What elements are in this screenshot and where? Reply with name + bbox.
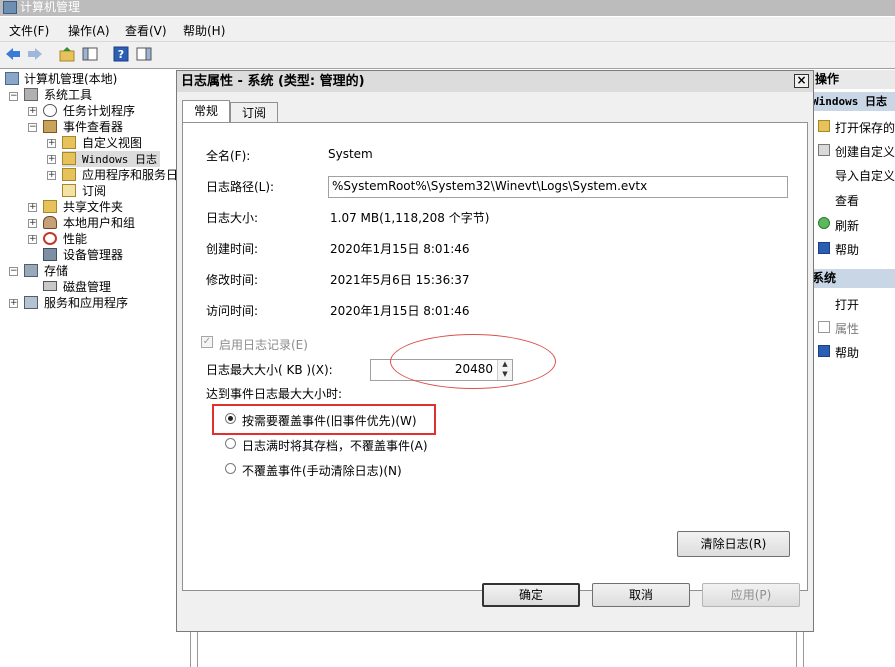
- actions-section-system[interactable]: 系统: [812, 269, 895, 288]
- action-create-custom[interactable]: 创建自定义: [835, 143, 895, 160]
- open-folder-icon: [818, 120, 830, 132]
- properties-icon: [818, 321, 830, 333]
- performance-icon: [43, 232, 57, 245]
- action-refresh[interactable]: 刷新: [835, 217, 859, 234]
- event-viewer-icon: [43, 120, 57, 133]
- full-name-value: System: [328, 147, 373, 161]
- modified-value: 2021年5月6日 15:36:37: [330, 273, 470, 287]
- radio-overwrite[interactable]: [225, 413, 236, 424]
- show-hide-tree-icon[interactable]: [81, 45, 99, 63]
- forward-arrow-icon[interactable]: [26, 45, 44, 63]
- log-size-label: 日志大小:: [206, 211, 259, 225]
- tab-general[interactable]: 常规: [182, 100, 230, 124]
- folder-icon: [62, 152, 76, 165]
- action-view[interactable]: 查看: [835, 192, 859, 209]
- accessed-value: 2020年1月15日 8:01:46: [330, 304, 470, 318]
- shared-folder-icon: [43, 200, 57, 213]
- clear-log-button[interactable]: 清除日志(R): [677, 531, 790, 557]
- log-path-field[interactable]: %SystemRoot%\System32\Winevt\Logs\System…: [328, 176, 788, 198]
- action-open[interactable]: 打开: [835, 296, 859, 313]
- action-open-saved[interactable]: 打开保存的: [835, 119, 895, 136]
- action-properties[interactable]: 属性: [835, 320, 859, 337]
- subscription-icon: [62, 184, 76, 197]
- expand-icon[interactable]: +: [47, 171, 56, 180]
- toolbar: ?: [0, 42, 895, 69]
- pane-splitter: [190, 632, 198, 667]
- collapse-icon[interactable]: −: [9, 92, 18, 101]
- ok-button[interactable]: 确定: [482, 583, 580, 607]
- svg-text:?: ?: [118, 48, 124, 61]
- device-manager-icon: [43, 248, 57, 261]
- back-arrow-icon[interactable]: [4, 45, 22, 63]
- actions-header: 操作: [812, 70, 895, 89]
- pane-splitter: [796, 632, 804, 667]
- help-icon: [818, 242, 830, 254]
- radio-archive[interactable]: [225, 438, 236, 449]
- expand-icon[interactable]: +: [28, 219, 37, 228]
- actions-pane: 操作 Windows 日志 打开保存的 创建自定义 导入自定义 查看 刷新 帮助…: [812, 69, 895, 667]
- expand-icon[interactable]: +: [28, 107, 37, 116]
- action-help-system[interactable]: 帮助: [835, 344, 859, 361]
- enable-logging-checkbox[interactable]: ✓: [201, 336, 213, 348]
- clock-icon: [43, 104, 57, 117]
- option-overwrite-label: 按需要覆盖事件(旧事件优先)(W): [242, 414, 417, 428]
- collapse-icon[interactable]: −: [9, 267, 18, 276]
- dialog-titlebar: 日志属性 - 系统 (类型: 管理的) ×: [177, 71, 813, 92]
- when-max-label: 达到事件日志最大大小时:: [206, 387, 343, 401]
- menu-file[interactable]: 文件(F): [9, 22, 49, 39]
- expand-icon[interactable]: +: [28, 235, 37, 244]
- folder-icon: [62, 168, 76, 181]
- console-tree: 计算机管理(本地) − 系统工具 + 任务计划程序 − 事件查看器 + 自定义视…: [0, 69, 178, 667]
- computer-icon: [5, 72, 19, 85]
- tree-item-windows-logs[interactable]: Windows 日志: [62, 151, 160, 167]
- enable-logging-label: 启用日志记录(E): [219, 338, 308, 352]
- close-icon[interactable]: ×: [794, 74, 809, 88]
- expand-icon[interactable]: +: [47, 139, 56, 148]
- accessed-label: 访问时间:: [206, 304, 259, 318]
- full-name-label: 全名(F):: [206, 149, 251, 163]
- apply-button[interactable]: 应用(P): [702, 583, 800, 607]
- created-value: 2020年1月15日 8:01:46: [330, 242, 470, 256]
- show-action-pane-icon[interactable]: [135, 45, 153, 63]
- actions-section-windows-logs[interactable]: Windows 日志: [812, 92, 895, 111]
- radio-no-overwrite[interactable]: [225, 463, 236, 474]
- tab-page-general: 全名(F): System 日志路径(L): %SystemRoot%\Syst…: [182, 122, 808, 591]
- folder-icon: [62, 136, 76, 149]
- filter-icon: [818, 144, 830, 156]
- menu-view[interactable]: 查看(V): [125, 22, 167, 39]
- max-size-label: 日志最大大小( KB )(X):: [206, 363, 333, 377]
- computer-management-icon: [3, 1, 17, 14]
- storage-icon: [24, 264, 38, 277]
- up-folder-icon[interactable]: [58, 45, 76, 63]
- dialog-title: 日志属性 - 系统 (类型: 管理的): [181, 74, 365, 89]
- modified-label: 修改时间:: [206, 273, 259, 287]
- log-properties-dialog: 日志属性 - 系统 (类型: 管理的) × 常规 订阅 全名(F): Syste…: [176, 70, 814, 632]
- expand-icon[interactable]: +: [9, 299, 18, 308]
- collapse-icon[interactable]: −: [28, 123, 37, 132]
- menu-action[interactable]: 操作(A): [68, 22, 110, 39]
- services-icon: [24, 296, 38, 309]
- window-title: 计算机管理: [20, 0, 81, 14]
- log-size-value: 1.07 MB(1,118,208 个字节): [330, 211, 490, 225]
- menu-help[interactable]: 帮助(H): [183, 22, 225, 39]
- expand-icon[interactable]: +: [28, 203, 37, 212]
- disk-icon: [43, 281, 57, 291]
- action-import-custom[interactable]: 导入自定义: [835, 167, 895, 184]
- option-archive-label: 日志满时将其存档，不覆盖事件(A): [242, 439, 428, 453]
- help-icon[interactable]: ?: [112, 45, 130, 63]
- action-help[interactable]: 帮助: [835, 241, 859, 258]
- users-icon: [43, 216, 57, 229]
- cancel-button[interactable]: 取消: [592, 583, 690, 607]
- expand-icon[interactable]: +: [47, 155, 56, 164]
- option-no-overwrite-label: 不覆盖事件(手动清除日志)(N): [242, 464, 402, 478]
- annotation-ellipse: [390, 334, 556, 389]
- menu-bar: 文件(F) 操作(A) 查看(V) 帮助(H): [0, 17, 895, 42]
- refresh-icon: [818, 217, 830, 229]
- log-path-label: 日志路径(L):: [206, 180, 275, 194]
- created-label: 创建时间:: [206, 242, 259, 256]
- tab-subscription[interactable]: 订阅: [230, 102, 278, 124]
- window-titlebar: 计算机管理: [0, 0, 895, 16]
- help-icon: [818, 345, 830, 357]
- tools-icon: [24, 88, 38, 101]
